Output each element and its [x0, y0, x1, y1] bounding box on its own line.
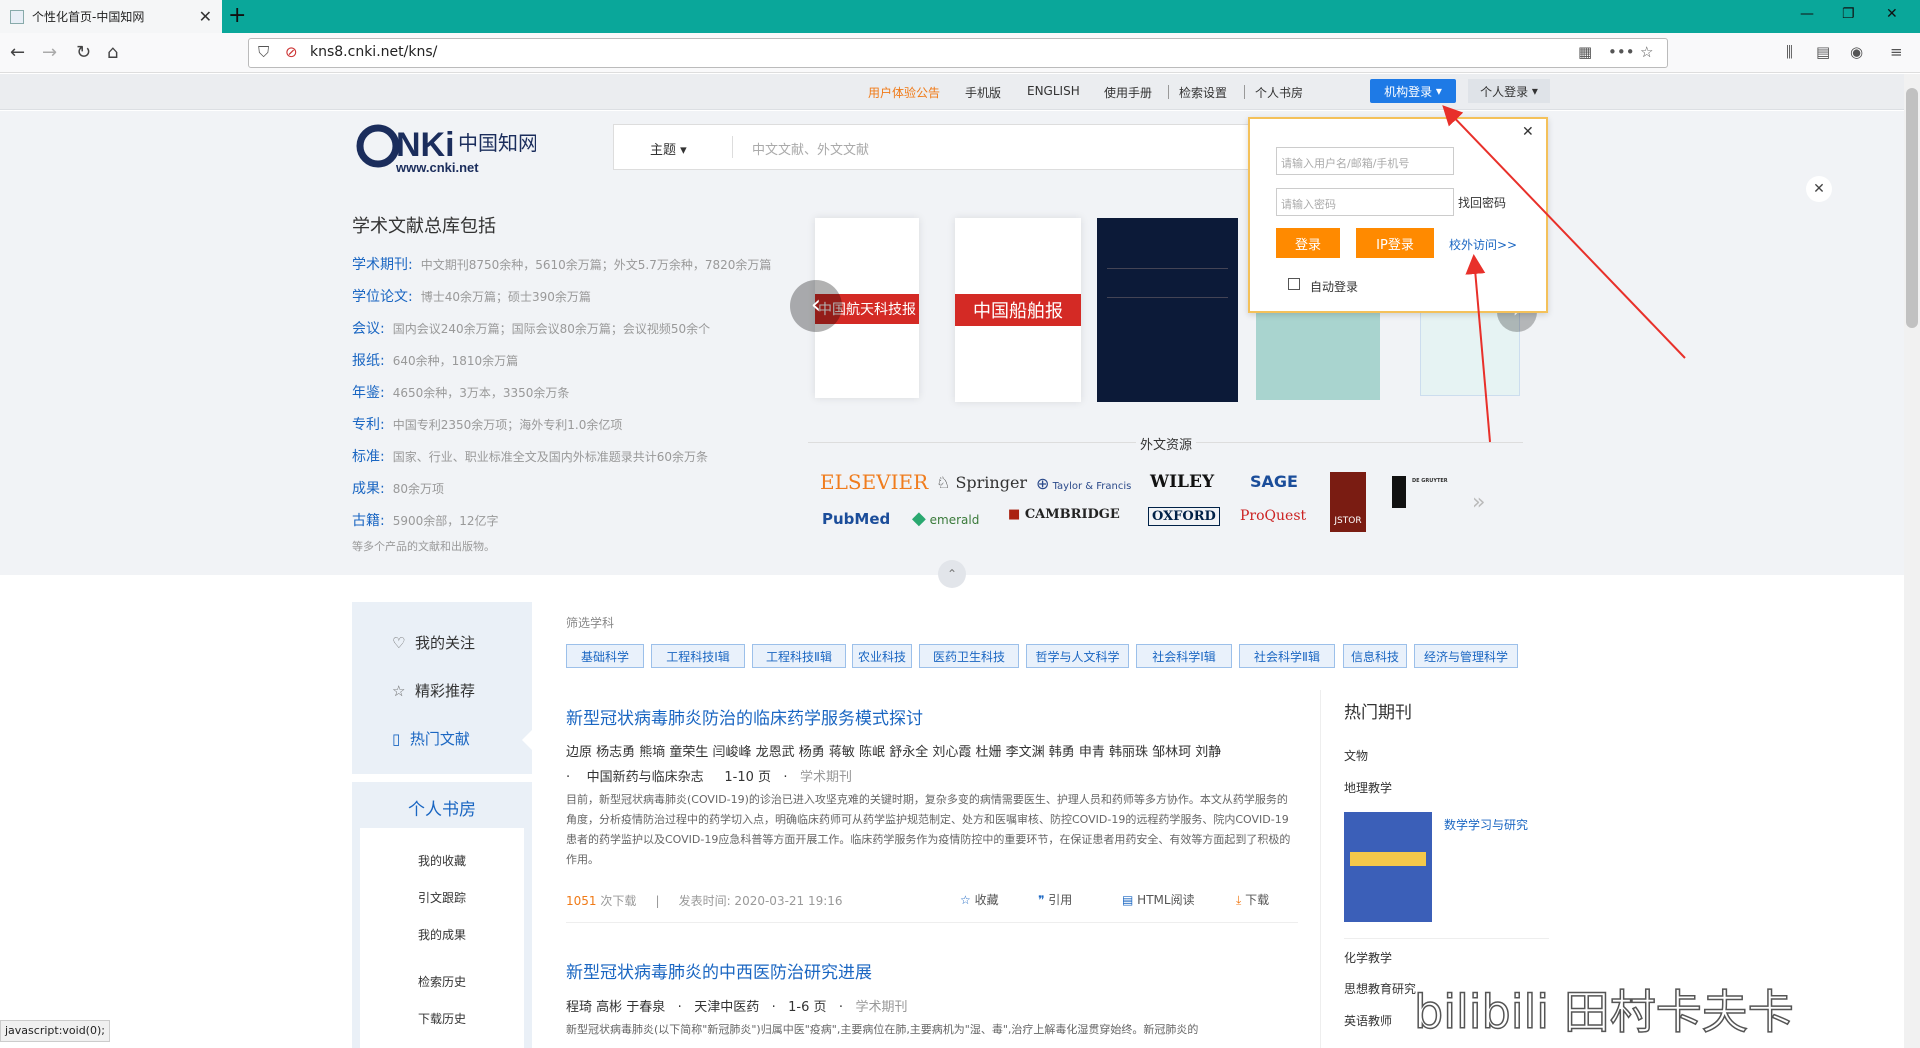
subject-tag[interactable]: 信息科技 — [1343, 644, 1407, 668]
shelf-item-citation[interactable]: 引文跟踪 — [360, 889, 524, 906]
bookroom-title: 个人书房 — [408, 800, 476, 820]
article-pages: 1-6 页 — [788, 1000, 827, 1015]
html-read-button[interactable]: ▤ HTML阅读 — [1122, 891, 1195, 908]
divider — [566, 922, 1298, 923]
article-type: 学术期刊 — [855, 1000, 908, 1015]
filter-label: 筛选学科 — [566, 616, 615, 630]
article-meta: 程琦 高彬 于春泉 · 天津中医药 · 1-6 页 · 学术期刊 — [566, 1000, 908, 1015]
status-bar: javascript:void(0); — [0, 1020, 110, 1042]
article-abstract: 新型冠状病毒肺炎(以下简称"新冠肺炎")归属中医"疫病",主要病位在肺,主要病机… — [566, 1023, 1199, 1036]
heart-icon: ♡ — [392, 634, 406, 652]
quote-icon: ❞ — [1038, 893, 1045, 907]
hot-journals-title: 热门期刊 — [1344, 703, 1412, 723]
watermark: bilibili 田村卡夫卡 — [1413, 984, 1794, 1040]
featured-journal-link[interactable]: 数学学习与研究 — [1444, 816, 1528, 833]
hot-journal-link[interactable]: 文物 — [1344, 747, 1368, 764]
article-authors[interactable]: 程琦 高彬 于春泉 — [566, 1000, 665, 1015]
shelf-item-download-history[interactable]: 下载历史 — [360, 1010, 524, 1027]
sidebar-item-follow[interactable]: ♡ 我的关注 — [392, 632, 475, 653]
subject-tag[interactable]: 经济与管理科学 — [1414, 644, 1518, 668]
divider — [1320, 690, 1321, 1048]
shelf-item-favorites[interactable]: 我的收藏 — [360, 852, 524, 869]
subject-tag[interactable]: 医药卫生科技 — [919, 644, 1019, 668]
shelf-item-search-history[interactable]: 检索历史 — [360, 973, 524, 990]
article-authors[interactable]: 边原 杨志勇 熊墒 童荣生 闫峻峰 龙恩武 杨勇 蒋敏 陈岷 舒永全 刘心霞 杜… — [566, 741, 1221, 760]
article-type: 学术期刊 — [799, 770, 852, 785]
subject-tag[interactable]: 工程科技Ⅰ辑 — [651, 644, 745, 668]
subject-tag[interactable]: 社会科学Ⅱ辑 — [1239, 644, 1335, 668]
article-title[interactable]: 新型冠状病毒肺炎的中西医防治研究进展 — [566, 958, 872, 983]
journal-cover[interactable] — [1344, 812, 1432, 922]
subject-tag[interactable]: 社会科学Ⅰ辑 — [1136, 644, 1232, 668]
hot-journal-link[interactable]: 化学教学 — [1344, 949, 1392, 966]
article-pages: 1-10 页 — [724, 770, 771, 785]
subject-tag[interactable]: 工程科技Ⅱ辑 — [752, 644, 846, 668]
article-title[interactable]: 新型冠状病毒肺炎防治的临床药学服务模式探讨 — [566, 704, 923, 729]
article-source[interactable]: 中国新药与临床杂志 — [587, 770, 704, 785]
divider — [1344, 938, 1549, 939]
shelf-item-results[interactable]: 我的成果 — [360, 926, 524, 943]
subject-tag[interactable]: 哲学与人文科学 — [1026, 644, 1129, 668]
book-icon: ▯ — [392, 730, 401, 748]
subject-tag[interactable]: 基础科学 — [566, 644, 644, 668]
scrollbar-thumb[interactable] — [1906, 88, 1918, 328]
sidebar-item-hot[interactable]: ▯ 热门文献 — [392, 728, 470, 749]
download-icon: ⤓ — [1236, 893, 1242, 907]
download-count: 1051 — [566, 894, 597, 908]
publish-time: 发表时间: 2020-03-21 19:16 — [678, 894, 843, 908]
sidebar-item-recommend[interactable]: ☆ 精彩推荐 — [392, 680, 475, 701]
cite-button[interactable]: ❞ 引用 — [1038, 891, 1072, 908]
article-source[interactable]: 天津中医药 — [694, 1000, 759, 1015]
hot-journal-link[interactable]: 地理教学 — [1344, 779, 1392, 796]
collect-button[interactable]: ☆ 收藏 — [960, 891, 999, 908]
star-icon: ☆ — [392, 682, 406, 700]
document-icon: ▤ — [1122, 893, 1134, 907]
article-abstract: 目前，新型冠状病毒肺炎(COVID-19)的诊治已进入攻坚克难的关键时期，复杂多… — [566, 793, 1291, 866]
hot-journal-link[interactable]: 思想教育研究 — [1344, 980, 1416, 997]
star-icon: ☆ — [960, 893, 971, 907]
hot-journal-link[interactable]: 英语教师 — [1344, 1012, 1392, 1029]
article-stats: 1051 次下载 | 发表时间: 2020-03-21 19:16 — [566, 894, 843, 908]
active-pointer — [522, 730, 532, 750]
download-button[interactable]: ⤓ 下载 — [1236, 891, 1269, 908]
article-meta: · 中国新药与临床杂志 1-10 页 · 学术期刊 — [566, 770, 852, 785]
subject-tag[interactable]: 农业科技 — [852, 644, 912, 668]
